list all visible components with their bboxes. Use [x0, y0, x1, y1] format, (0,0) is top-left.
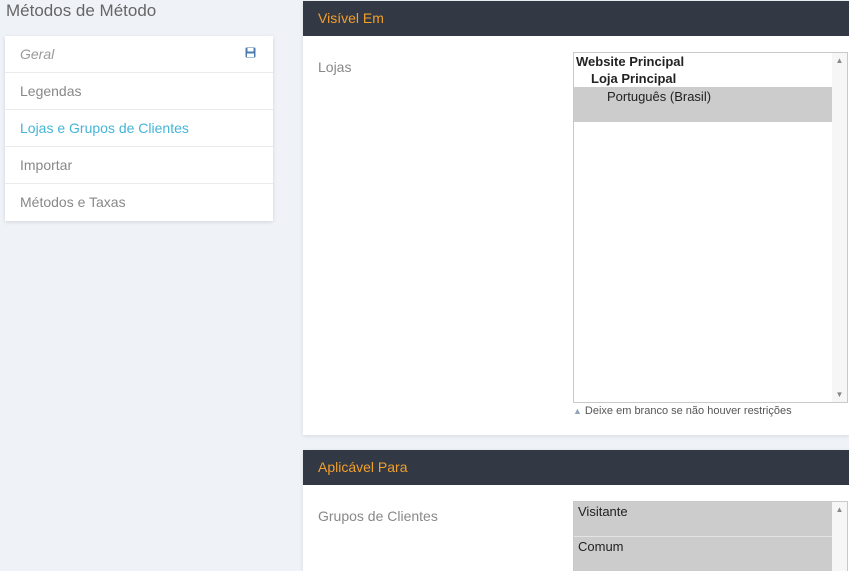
stores-multiselect[interactable]: Website Principal Loja Principal Portugu… — [573, 52, 848, 403]
sidebar-item-legendas[interactable]: Legendas — [5, 73, 273, 110]
customer-groups-multiselect[interactable]: Visitante Comum ▲ — [573, 501, 848, 571]
hint-text: Deixe em branco se não houver restrições — [584, 405, 792, 417]
customer-group-option[interactable]: Visitante — [574, 502, 832, 537]
sidebar-item-label: Geral — [20, 46, 55, 62]
side-menu: Geral Legendas Lojas e Grupos de Cliente… — [5, 36, 273, 221]
stores-label: Lojas — [318, 59, 352, 75]
scroll-down-icon[interactable]: ▼ — [835, 390, 844, 399]
save-icon — [245, 47, 256, 58]
visible-in-panel: Visível Em Lojas Website Principal Loja … — [303, 1, 849, 435]
caret-up-icon: ▲ — [573, 406, 582, 416]
sidebar-item-label: Métodos e Taxas — [20, 194, 126, 210]
store-option-storeview[interactable]: Português (Brasil) — [574, 87, 832, 122]
sidebar-item-lojas-grupos[interactable]: Lojas e Grupos de Clientes — [5, 110, 273, 147]
customer-group-option[interactable]: Comum — [574, 537, 832, 571]
sidebar-item-label: Legendas — [20, 83, 82, 99]
page-title: Métodos de Método — [6, 1, 157, 20]
sidebar-item-label: Importar — [20, 157, 73, 173]
applicable-to-header[interactable]: Aplicável Para — [303, 450, 849, 485]
customer-groups-label: Grupos de Clientes — [318, 508, 438, 524]
groups-scrollbar[interactable]: ▲ — [832, 502, 847, 571]
visible-in-header[interactable]: Visível Em — [303, 1, 849, 36]
store-option-store[interactable]: Loja Principal — [574, 70, 832, 87]
scroll-up-icon[interactable]: ▲ — [835, 505, 844, 514]
sidebar-item-metodos-taxas[interactable]: Métodos e Taxas — [5, 184, 273, 221]
applicable-to-panel: Aplicável Para Grupos de Clientes Visita… — [303, 450, 849, 571]
sidebar-item-importar[interactable]: Importar — [5, 147, 273, 184]
sidebar-item-geral[interactable]: Geral — [5, 36, 273, 73]
stores-scrollbar[interactable]: ▲ ▼ — [832, 53, 847, 402]
sidebar-item-label: Lojas e Grupos de Clientes — [20, 120, 189, 136]
scroll-up-icon[interactable]: ▲ — [835, 56, 844, 65]
store-option-website[interactable]: Website Principal — [574, 53, 832, 70]
stores-hint: ▲ Deixe em branco se não houver restriçõe… — [573, 405, 792, 417]
